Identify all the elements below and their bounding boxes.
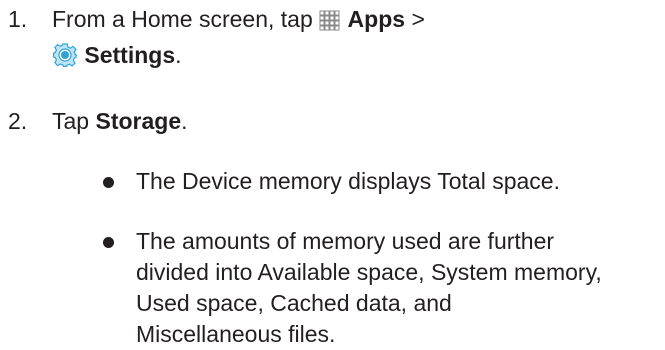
settings-gear-icon [52,42,78,76]
bullet-dot [103,237,114,248]
bullet-line: The amounts of memory used are further [136,228,555,254]
bullet-text: The Device memory displays Total space. [136,166,656,197]
apps-label: Apps [347,6,406,32]
step-number: 2. [8,108,28,134]
step-2-prefix: Tap [52,108,90,134]
bullet-line: The Device memory displays Total space. [136,168,560,194]
bullet-dot [103,177,114,188]
storage-label: Storage [95,108,182,134]
step-text: From a Home screen, tap Apps > Settings. [52,4,652,76]
step-number: 1. [8,6,28,32]
step-1-line-2: Settings. [52,40,652,76]
bullet-line: Miscellaneous files. [136,321,336,347]
bullet-line: divided into Available space, System mem… [136,259,602,285]
apps-grid-icon [319,9,341,40]
menu-separator: > [411,6,425,32]
bullet-text: The amounts of memory used are further d… [136,226,656,350]
step-1-suffix: . [175,42,182,68]
step-text: Tap Storage. [52,106,652,137]
bullet-line: Used space, Cached data, and [136,290,452,316]
step-1-prefix: From a Home screen, tap [52,6,313,32]
step-2-suffix: . [181,108,188,134]
step-1-line-1: From a Home screen, tap Apps > [52,4,652,40]
settings-label: Settings [84,42,176,68]
step-2-line: Tap Storage. [52,106,652,137]
